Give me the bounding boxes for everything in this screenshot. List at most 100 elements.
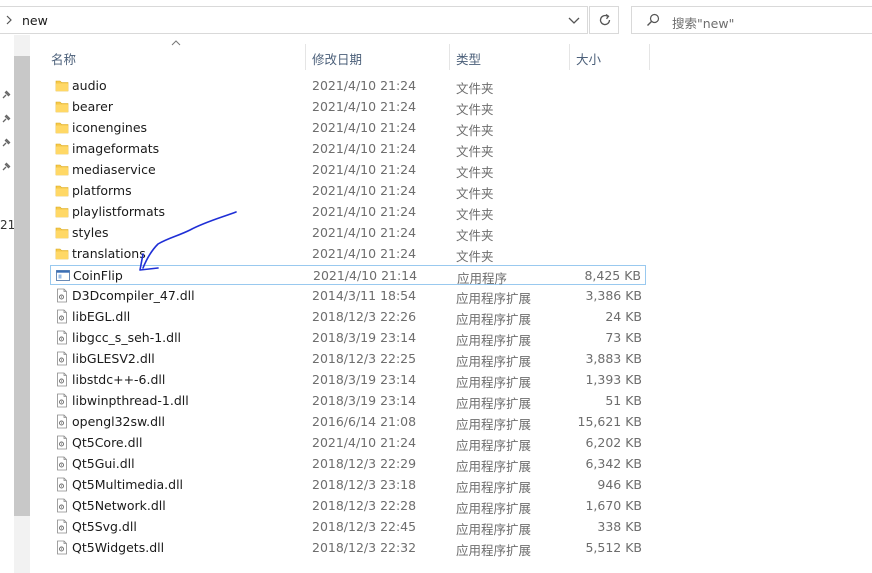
file-date: 2021/4/10 21:14: [313, 268, 418, 283]
folder-row[interactable]: iconengines 2021/4/10 21:24 文件夹: [50, 118, 646, 138]
file-row[interactable]: libstdc++-6.dll 2018/3/19 23:14 应用程序扩展 1,39…: [50, 370, 646, 390]
folder-row[interactable]: mediaservice 2021/4/10 21:24 文件夹: [50, 160, 646, 180]
folder-icon: [55, 141, 69, 156]
dll-file-icon: [55, 372, 69, 387]
file-size: 338 KB: [597, 519, 642, 534]
file-row[interactable]: Qt5Gui.dll 2018/12/3 22:29 应用程序扩展 6,342 KB: [50, 454, 646, 474]
dll-file-icon: [55, 330, 69, 345]
file-type: 应用程序扩展: [456, 459, 532, 474]
file-name: translations: [72, 246, 146, 261]
column-header-name-label: 名称: [51, 52, 77, 67]
file-size: 73 KB: [605, 330, 642, 345]
file-type: 应用程序扩展: [456, 522, 532, 537]
file-name: playlistformats: [72, 204, 166, 219]
dll-file-icon: [55, 498, 69, 513]
pin-icon[interactable]: [0, 161, 12, 173]
folder-row[interactable]: styles 2021/4/10 21:24 文件夹: [50, 223, 646, 243]
file-name: libstdc++-6.dll: [72, 372, 166, 387]
pin-icon[interactable]: [0, 89, 12, 101]
address-path[interactable]: new: [22, 13, 48, 28]
file-name: libEGL.dll: [72, 309, 131, 324]
file-date: 2018/12/3 22:28: [312, 498, 417, 513]
application-icon: [56, 268, 70, 283]
folder-row[interactable]: translations 2021/4/10 21:24 文件夹: [50, 244, 646, 264]
search-icon: [647, 13, 660, 26]
pin-icon[interactable]: [0, 113, 12, 125]
folder-icon: [55, 120, 69, 135]
file-name: bearer: [72, 99, 113, 114]
folder-row[interactable]: bearer 2021/4/10 21:24 文件夹: [50, 97, 646, 117]
search-box[interactable]: 搜索"new": [631, 6, 872, 34]
folder-row[interactable]: playlistformats 2021/4/10 21:24 文件夹: [50, 202, 646, 222]
file-row[interactable]: CoinFlip 2021/4/10 21:14 应用程序 8,425 KB: [50, 265, 646, 286]
dll-file-icon: [55, 351, 69, 366]
folder-row[interactable]: platforms 2021/4/10 21:24 文件夹: [50, 181, 646, 201]
column-header-size[interactable]: 大小: [570, 44, 648, 70]
file-date: 2021/4/10 21:24: [312, 435, 417, 450]
dll-file-icon: [55, 414, 69, 429]
file-date: 2021/4/10 21:24: [312, 225, 417, 240]
file-row[interactable]: Qt5Network.dll 2018/12/3 22:28 应用程序扩展 1,670…: [50, 496, 646, 516]
column-header-date[interactable]: 修改日期: [306, 44, 448, 70]
column-header-size-label: 大小: [576, 52, 602, 67]
file-type: 文件夹: [456, 123, 494, 138]
file-type: 文件夹: [456, 228, 494, 243]
file-size: 15,621 KB: [577, 414, 642, 429]
file-type: 文件夹: [456, 207, 494, 222]
column-divider[interactable]: [649, 44, 650, 70]
file-type: 应用程序扩展: [456, 312, 532, 327]
file-name: Qt5Svg.dll: [72, 519, 137, 534]
file-date: 2021/4/10 21:24: [312, 204, 417, 219]
file-row[interactable]: libEGL.dll 2018/12/3 22:26 应用程序扩展 24 KB: [50, 307, 646, 327]
file-row[interactable]: libGLESV2.dll 2018/12/3 22:25 应用程序扩展 3,883 …: [50, 349, 646, 369]
file-name: styles: [72, 225, 109, 240]
file-name: libgcc_s_seh-1.dll: [72, 330, 182, 345]
file-type: 文件夹: [456, 102, 494, 117]
folder-icon: [55, 183, 69, 198]
chevron-right-icon[interactable]: [4, 13, 14, 27]
file-date: 2018/3/19 23:14: [312, 330, 417, 345]
chevron-down-icon[interactable]: [567, 15, 581, 25]
refresh-button[interactable]: [589, 6, 619, 34]
file-type: 文件夹: [456, 249, 494, 264]
column-header-name[interactable]: 名称: [44, 44, 304, 70]
pin-icon[interactable]: [0, 137, 12, 149]
file-type: 应用程序: [457, 271, 508, 286]
address-bar[interactable]: new: [0, 6, 588, 34]
file-row[interactable]: Qt5Widgets.dll 2018/12/3 22:32 应用程序扩展 5,512…: [50, 538, 646, 558]
file-type: 文件夹: [456, 144, 494, 159]
file-name: imageformats: [72, 141, 160, 156]
file-size: 5,512 KB: [585, 540, 642, 555]
file-type: 应用程序扩展: [456, 501, 532, 516]
file-name: Qt5Network.dll: [72, 498, 166, 513]
file-date: 2014/3/11 18:54: [312, 288, 417, 303]
file-date: 2021/4/10 21:24: [312, 183, 417, 198]
file-date: 2018/3/19 23:14: [312, 393, 417, 408]
file-row[interactable]: libwinpthread-1.dll 2018/3/19 23:14 应用程序扩展…: [50, 391, 646, 411]
folder-icon: [55, 204, 69, 219]
file-row[interactable]: opengl32sw.dll 2016/6/14 21:08 应用程序扩展 15,62…: [50, 412, 646, 432]
folder-row[interactable]: audio 2021/4/10 21:24 文件夹: [50, 76, 646, 96]
file-row[interactable]: Qt5Core.dll 2021/4/10 21:24 应用程序扩展 6,202 KB: [50, 433, 646, 453]
nav-scrollbar-thumb[interactable]: [14, 56, 30, 516]
column-header-type[interactable]: 类型: [450, 44, 568, 70]
file-type: 应用程序扩展: [456, 543, 532, 558]
file-size: 1,393 KB: [585, 372, 642, 387]
file-type: 应用程序扩展: [456, 417, 532, 432]
file-row[interactable]: Qt5Svg.dll 2018/12/3 22:45 应用程序扩展 338 KB: [50, 517, 646, 537]
file-name: Qt5Core.dll: [72, 435, 143, 450]
file-name: Qt5Gui.dll: [72, 456, 135, 471]
file-date: 2018/12/3 22:26: [312, 309, 417, 324]
file-date: 2021/4/10 21:24: [312, 78, 417, 93]
file-row[interactable]: Qt5Multimedia.dll 2018/12/3 23:18 应用程序扩展 94…: [50, 475, 646, 495]
folder-icon: [55, 78, 69, 93]
file-name: mediaservice: [72, 162, 156, 177]
folder-icon: [55, 225, 69, 240]
file-date: 2018/12/3 22:25: [312, 351, 417, 366]
search-input[interactable]: 搜索"new": [672, 13, 734, 32]
file-name: opengl32sw.dll: [72, 414, 165, 429]
folder-row[interactable]: imageformats 2021/4/10 21:24 文件夹: [50, 139, 646, 159]
file-row[interactable]: libgcc_s_seh-1.dll 2018/3/19 23:14 应用程序扩展 7…: [50, 328, 646, 348]
file-row[interactable]: D3Dcompiler_47.dll 2014/3/11 18:54 应用程序扩展 3…: [50, 286, 646, 306]
file-date: 2016/6/14 21:08: [312, 414, 417, 429]
